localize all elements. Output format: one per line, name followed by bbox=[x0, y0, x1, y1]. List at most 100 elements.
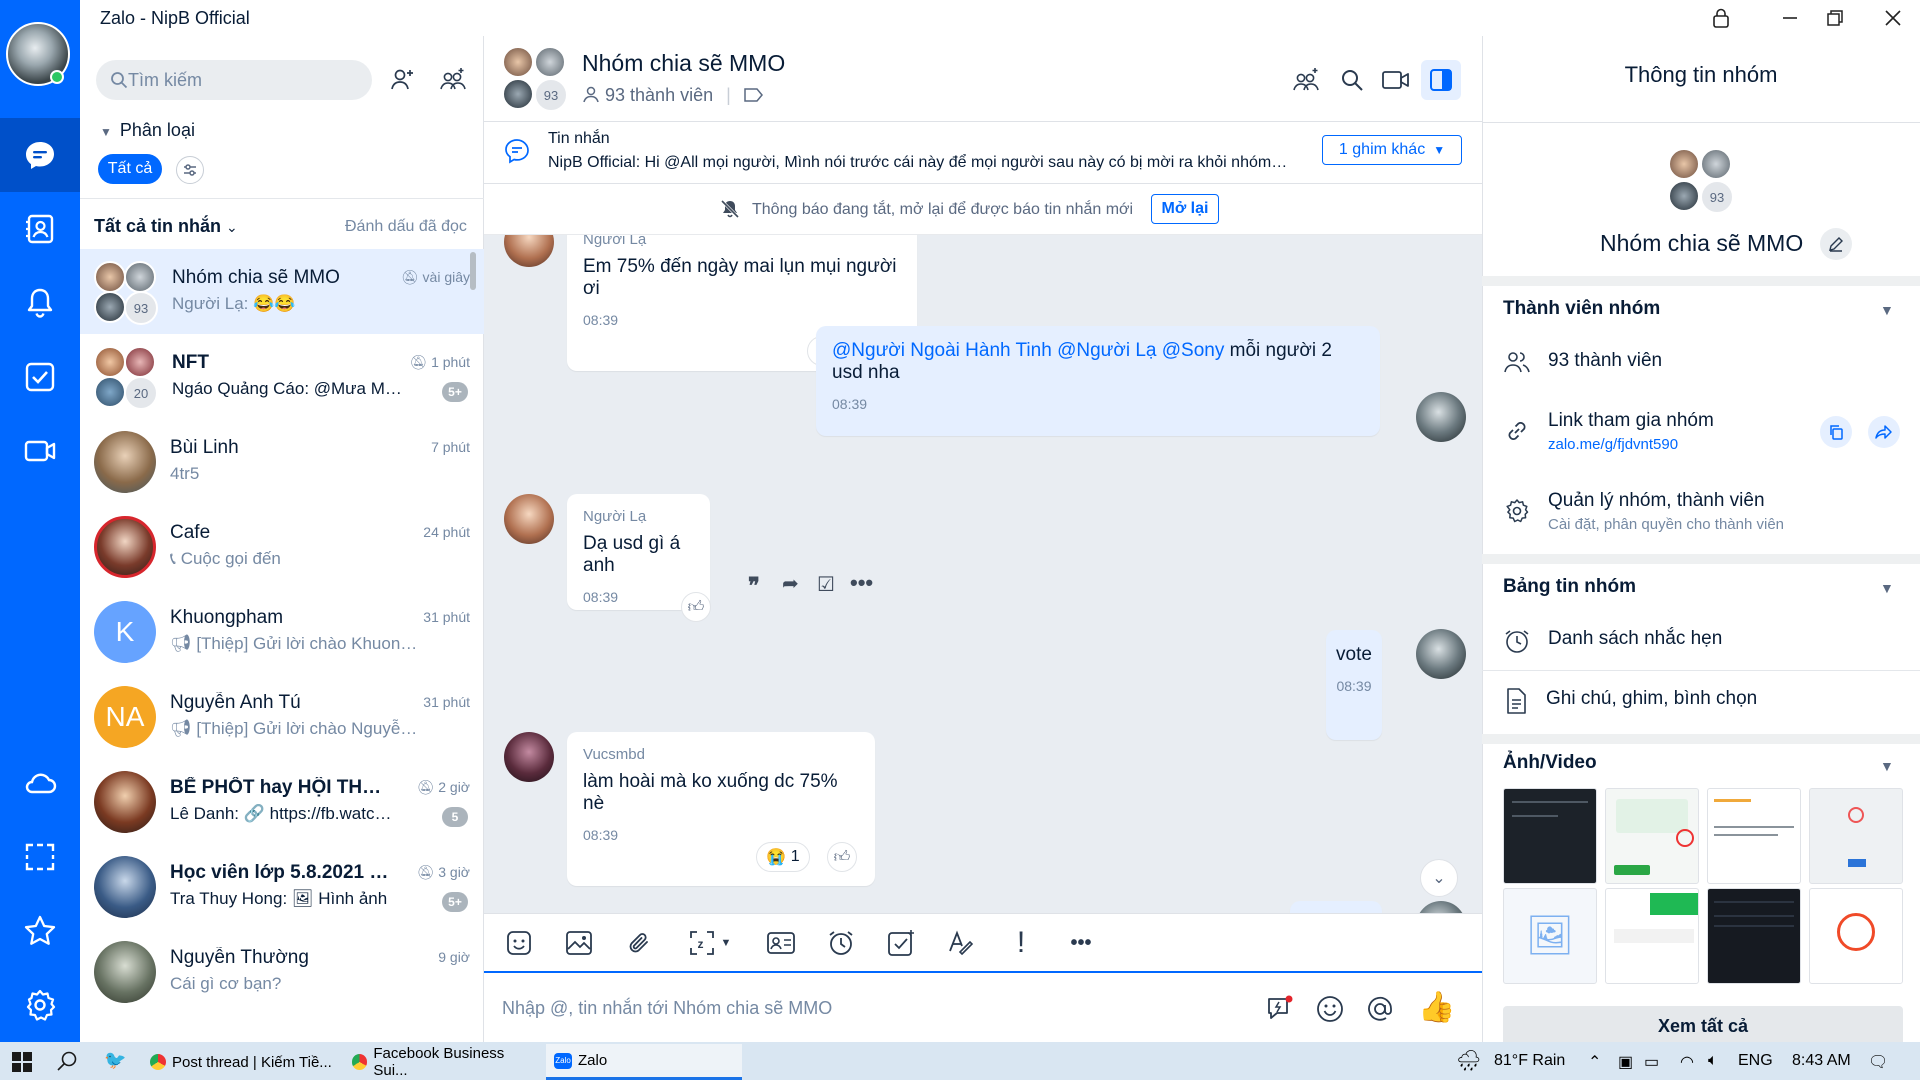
battery-icon[interactable]: ▭ bbox=[1644, 1052, 1659, 1072]
add-friend-button[interactable] bbox=[385, 63, 419, 97]
media-thumbnail[interactable]: 🖼︎ bbox=[1503, 888, 1597, 984]
filter-settings-button[interactable] bbox=[176, 156, 204, 184]
rail-cloud-button[interactable] bbox=[0, 746, 80, 820]
see-all-media-button[interactable]: Xem tất cả bbox=[1503, 1006, 1903, 1046]
conversation-item[interactable]: Học viên lớp 5.8.2021 - ... Tra Thuy Hon… bbox=[80, 844, 484, 929]
taskbar-task[interactable]: Facebook Business Sui... bbox=[344, 1044, 536, 1080]
mark-read-link[interactable]: Đánh dấu đã đọc bbox=[345, 218, 467, 236]
rail-messages-button[interactable] bbox=[0, 118, 80, 192]
taskbar-task[interactable]: Post thread | Kiếm Tiề... bbox=[142, 1044, 334, 1080]
weather-text[interactable]: 81°F Rain bbox=[1494, 1052, 1565, 1070]
mention[interactable]: @Sony bbox=[1162, 340, 1225, 361]
media-thumbnail[interactable] bbox=[1503, 788, 1597, 884]
add-member-button[interactable] bbox=[1286, 60, 1326, 100]
forward-button[interactable]: ➦ bbox=[782, 571, 799, 596]
reaction-count[interactable]: 😭 1 bbox=[756, 842, 810, 872]
urgent-message-button[interactable]: ! bbox=[1000, 922, 1042, 964]
notes-row[interactable]: Ghi chú, ghim, bình chọn bbox=[1504, 688, 1757, 714]
create-group-button[interactable] bbox=[436, 63, 470, 97]
media-thumbnail[interactable] bbox=[1605, 888, 1699, 984]
attach-file-button[interactable] bbox=[618, 922, 660, 964]
video-call-button[interactable] bbox=[1376, 60, 1416, 100]
sender-avatar[interactable] bbox=[504, 732, 554, 782]
more-pins-button[interactable]: 1 ghim khác ▼ bbox=[1322, 135, 1462, 165]
tag-icon[interactable] bbox=[744, 88, 764, 102]
rail-todo-button[interactable] bbox=[0, 340, 80, 414]
like-button[interactable]: 👍︎ bbox=[827, 842, 857, 872]
more-actions-button[interactable]: ••• bbox=[850, 570, 873, 596]
media-thumbnail[interactable] bbox=[1809, 888, 1903, 984]
rail-video-button[interactable] bbox=[0, 414, 80, 488]
message-bubble[interactable]: vote 08:39 bbox=[1326, 630, 1382, 740]
conversation-item[interactable]: Nguyễn Thường Cái gì cơ bạn? 9 giờ bbox=[80, 929, 484, 1014]
tray-chevron-up-icon[interactable]: ⌃ bbox=[1588, 1052, 1601, 1072]
sender-avatar[interactable] bbox=[504, 494, 554, 544]
pinned-app-icon[interactable]: 🐦 bbox=[104, 1050, 126, 1071]
conversation-item[interactable]: 20 NFT Ngáo Quảng Cáo: @Mưa Mùa ... 🔕︎ 1… bbox=[80, 334, 484, 419]
rail-settings-button[interactable] bbox=[0, 968, 80, 1042]
message-input[interactable]: Nhập @, tin nhắn tới Nhóm chia sẽ MMO bbox=[502, 998, 832, 1019]
invite-link-row[interactable]: Link tham gia nhóm zalo.me/g/fjdvnt590 bbox=[1504, 410, 1714, 453]
members-row[interactable]: 93 thành viên bbox=[1504, 350, 1662, 374]
pinned-message-text[interactable]: NipB Official: Hi @All mọi người, Mình n… bbox=[548, 154, 1288, 172]
restore-button[interactable] bbox=[1820, 4, 1850, 32]
my-avatar[interactable] bbox=[1416, 901, 1466, 913]
message-bubble[interactable]: @Người Ngoài Hành Tinh @Người Lạ @Sony m… bbox=[816, 326, 1380, 436]
volume-icon[interactable]: 🔈︎ bbox=[1708, 1052, 1718, 1070]
close-button[interactable] bbox=[1878, 4, 1908, 32]
search-input[interactable]: Tìm kiếm bbox=[96, 60, 372, 100]
invite-link-url[interactable]: zalo.me/g/fjdvnt590 bbox=[1548, 436, 1714, 453]
clock[interactable]: 8:43 AM bbox=[1792, 1052, 1851, 1070]
rename-group-button[interactable] bbox=[1820, 228, 1852, 260]
info-group-avatar[interactable]: 93 bbox=[1668, 148, 1734, 214]
rail-starred-button[interactable] bbox=[0, 894, 80, 968]
chat-group-avatar[interactable]: 93 bbox=[502, 46, 568, 112]
screenshot-button[interactable]: z ▼ bbox=[680, 922, 740, 964]
media-thumbnail[interactable] bbox=[1707, 888, 1801, 984]
reminders-row[interactable]: Danh sách nhắc hẹn bbox=[1504, 628, 1722, 654]
mention-button[interactable] bbox=[1366, 995, 1394, 1028]
chat-members-link[interactable]: 93 thành viên | bbox=[582, 85, 764, 106]
message-bubble[interactable] bbox=[1290, 901, 1382, 913]
media-thumbnail[interactable] bbox=[1707, 788, 1801, 884]
media-thumbnail[interactable] bbox=[1809, 788, 1903, 884]
conversation-item[interactable]: NA Nguyễn Anh Tú 📢︎ [Thiệp] Gửi lời chào… bbox=[80, 674, 484, 759]
copy-link-button[interactable] bbox=[1820, 416, 1852, 448]
language-indicator[interactable]: ENG bbox=[1738, 1052, 1773, 1070]
reminder-button[interactable] bbox=[820, 922, 862, 964]
notification-center-icon[interactable]: 🗨︎ bbox=[1868, 1052, 1888, 1072]
filter-chip-all[interactable]: Tất cả bbox=[98, 154, 162, 184]
caret-down-icon[interactable]: ▼ bbox=[1880, 580, 1894, 596]
rail-contacts-button[interactable] bbox=[0, 192, 80, 266]
media-thumbnail[interactable] bbox=[1605, 788, 1699, 884]
lock-button[interactable] bbox=[1706, 4, 1736, 32]
assign-task-button[interactable] bbox=[880, 922, 922, 964]
manage-group-row[interactable]: Quản lý nhóm, thành viên Cài đặt, phân qu… bbox=[1504, 490, 1784, 533]
like-button[interactable]: 👍︎ bbox=[681, 592, 711, 622]
board-section-heading[interactable]: Bảng tin nhóm bbox=[1503, 576, 1636, 598]
search-chat-button[interactable] bbox=[1332, 60, 1372, 100]
add-task-button[interactable]: ☑ bbox=[817, 572, 835, 597]
text-format-button[interactable] bbox=[940, 922, 982, 964]
tray-device-icon[interactable]: ▣ bbox=[1618, 1052, 1633, 1072]
my-avatar[interactable] bbox=[1416, 392, 1466, 442]
list-scrollbar[interactable] bbox=[470, 252, 476, 290]
conversation-item[interactable]: Bùi Linh 4tr5 7 phút bbox=[80, 419, 484, 504]
taskbar-search-button[interactable] bbox=[56, 1050, 78, 1077]
sticker-button[interactable] bbox=[498, 922, 540, 964]
wifi-icon[interactable]: ◠ bbox=[1680, 1052, 1694, 1072]
filter-toggle[interactable]: ▼ Phân loại bbox=[100, 120, 195, 141]
more-tools-button[interactable]: ••• bbox=[1060, 922, 1102, 964]
conversation-item[interactable]: BỂ PHỐT hay HỘI THÁ... Lê Danh: 🔗 https:… bbox=[80, 759, 484, 844]
taskbar-task-active[interactable]: Zalo Zalo bbox=[546, 1044, 742, 1080]
minimize-button[interactable] bbox=[1775, 4, 1805, 32]
media-section-heading[interactable]: Ảnh/Video bbox=[1503, 752, 1597, 774]
sender-avatar[interactable] bbox=[504, 235, 554, 267]
emoji-button[interactable] bbox=[1316, 995, 1344, 1028]
all-messages-dropdown[interactable]: Tất cả tin nhắn ⌄ bbox=[94, 216, 238, 237]
quick-message-button[interactable] bbox=[1266, 994, 1294, 1027]
send-like-button[interactable]: 👍 bbox=[1418, 990, 1455, 1025]
start-button[interactable] bbox=[12, 1052, 32, 1077]
my-avatar[interactable] bbox=[1416, 629, 1466, 679]
conversation-item[interactable]: K Khuongpham 📢︎ [Thiệp] Gửi lời chào Khu… bbox=[80, 589, 484, 674]
